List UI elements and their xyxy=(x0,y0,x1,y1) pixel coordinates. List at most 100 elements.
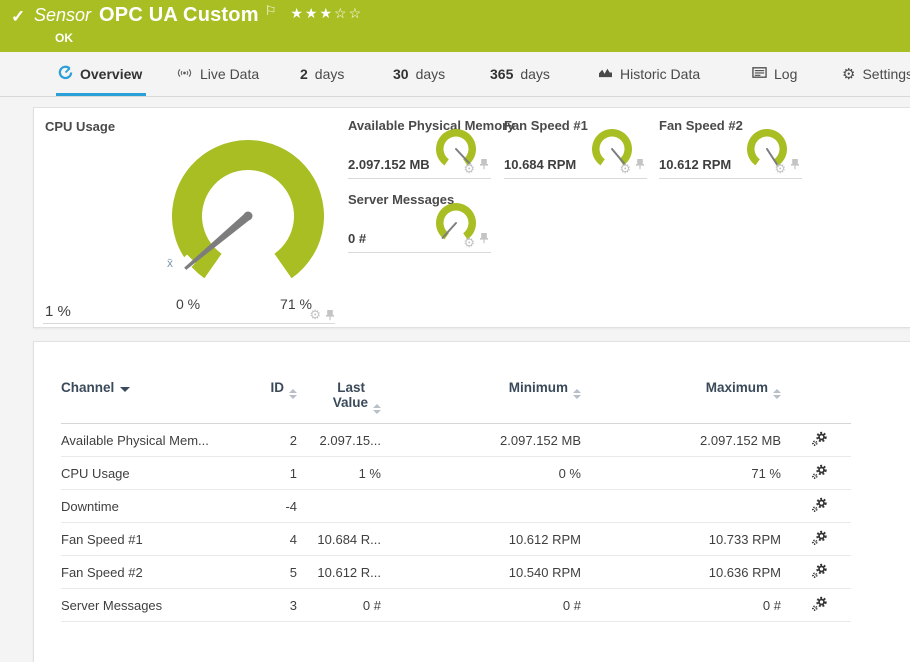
channel-minimum: 0 % xyxy=(387,456,587,490)
edit-channel-gears-icon[interactable] xyxy=(787,522,851,556)
live-broadcast-icon xyxy=(176,66,193,83)
gauge-title: Available Physical Memory xyxy=(348,118,515,133)
status-badge: OK xyxy=(55,31,73,45)
object-kind-label: Sensor xyxy=(34,5,92,25)
area-chart-icon xyxy=(598,66,613,82)
channel-minimum: 0 # xyxy=(387,588,587,622)
channel-last-value xyxy=(303,489,387,523)
channel-id: 1 xyxy=(261,456,303,490)
channel-id: 5 xyxy=(261,555,303,589)
tab-log[interactable]: Log xyxy=(752,52,797,96)
tab-settings[interactable]: ⚙ Settings xyxy=(842,52,910,96)
channel-name: Server Messages xyxy=(61,588,261,622)
sort-caret-icon xyxy=(289,389,297,399)
prtg-sensor-page: ✓ Sensor OPC UA Custom ⚐ ★★★☆☆ OK Overvi… xyxy=(0,0,910,662)
channel-name: Fan Speed #2 xyxy=(61,555,261,589)
channel-maximum: 0 # xyxy=(587,588,787,622)
gauge-settings-gear-icon[interactable]: ⚙ xyxy=(309,308,321,326)
channels-table: Channel ID Last Value Minimum Maximum Av… xyxy=(61,380,851,622)
sensor-header: ✓ Sensor OPC UA Custom ⚐ ★★★☆☆ OK xyxy=(0,0,910,52)
channel-maximum: 10.636 RPM xyxy=(587,555,787,589)
table-row: Fan Speed #1 4 10.684 R... 10.612 RPM 10… xyxy=(61,522,851,556)
column-header-channel[interactable]: Channel xyxy=(61,380,261,424)
gear-icon: ⚙ xyxy=(842,65,856,83)
tab-live-data[interactable]: Live Data xyxy=(176,52,259,96)
cpu-gauge-title: CPU Usage xyxy=(45,119,116,134)
gauge-value: 10.612 RPM xyxy=(659,157,732,172)
channel-minimum: 10.612 RPM xyxy=(387,522,587,556)
gauge-settings-gear-icon[interactable]: ⚙ xyxy=(463,162,475,175)
channel-id: 4 xyxy=(261,522,303,556)
table-row: Downtime -4 xyxy=(61,489,851,523)
tab-30-days[interactable]: 30 days xyxy=(393,52,445,96)
channel-maximum: 10.733 RPM xyxy=(587,522,787,556)
sort-caret-icon xyxy=(573,389,581,399)
log-list-icon xyxy=(752,66,767,82)
pin-icon[interactable] xyxy=(635,157,645,175)
gauge-value: 0 # xyxy=(348,231,367,246)
tab-bar: Overview Live Data 2 days 30 days 365 da… xyxy=(0,52,910,97)
channel-last-value: 10.684 R... xyxy=(303,522,387,556)
pin-icon[interactable] xyxy=(479,231,489,249)
edit-channel-gears-icon[interactable] xyxy=(787,423,851,457)
channel-last-value: 1 % xyxy=(303,456,387,490)
channel-maximum: 71 % xyxy=(587,456,787,490)
sort-caret-icon xyxy=(773,389,781,399)
tab-overview[interactable]: Overview xyxy=(56,52,147,96)
gauge-cell-fan-speed-1: Fan Speed #1 10.684 RPM ⚙ xyxy=(504,112,647,179)
tab-historic-data[interactable]: Historic Data xyxy=(598,52,700,96)
pin-icon[interactable] xyxy=(325,308,335,326)
tab-365-days[interactable]: 365 days xyxy=(490,52,550,96)
channel-minimum: 2.097.152 MB xyxy=(387,423,587,457)
channel-name: Available Physical Mem... xyxy=(61,423,261,457)
channel-maximum: 2.097.152 MB xyxy=(587,423,787,457)
gauge-cell-server-messages: Server Messages 0 # ⚙ xyxy=(348,186,491,253)
channel-last-value: 2.097.15... xyxy=(303,423,387,457)
pin-icon[interactable] xyxy=(479,157,489,175)
table-row: Available Physical Mem... 2 2.097.15... … xyxy=(61,423,851,457)
edit-channel-gears-icon[interactable] xyxy=(787,456,851,490)
status-check-icon: ✓ xyxy=(11,7,26,26)
gauge-settings-gear-icon[interactable]: ⚙ xyxy=(619,162,631,175)
priority-stars[interactable]: ★★★☆☆ xyxy=(290,5,363,22)
channel-name: Downtime xyxy=(61,489,261,523)
table-row: Fan Speed #2 5 10.612 R... 10.540 RPM 10… xyxy=(61,555,851,589)
gauge-settings-gear-icon[interactable]: ⚙ xyxy=(774,162,786,175)
edit-channel-gears-icon[interactable] xyxy=(787,588,851,622)
channel-id: -4 xyxy=(261,489,303,523)
priority-flag-icon[interactable]: ⚐ xyxy=(265,3,277,19)
column-header-minimum[interactable]: Minimum xyxy=(387,380,587,424)
gauge-value: 2.097.152 MB xyxy=(348,157,430,172)
edit-channel-gears-icon[interactable] xyxy=(787,489,851,523)
tab-2-days[interactable]: 2 days xyxy=(300,52,344,96)
channel-minimum: 10.540 RPM xyxy=(387,555,587,589)
channel-name: Fan Speed #1 xyxy=(61,522,261,556)
sort-caret-icon xyxy=(373,404,381,414)
channel-last-value: 0 # xyxy=(303,588,387,622)
channel-id: 2 xyxy=(261,423,303,457)
edit-channel-gears-icon[interactable] xyxy=(787,555,851,589)
table-row: CPU Usage 1 1 % 0 % 71 % xyxy=(61,456,851,490)
gauges-panel: CPU Usage x̄ 0 % 71 % 1 % ⚙ Available Ph… xyxy=(33,107,910,328)
pin-icon[interactable] xyxy=(790,157,800,175)
gauge-settings-gear-icon[interactable]: ⚙ xyxy=(463,236,475,249)
gauge-title: Fan Speed #1 xyxy=(504,118,588,133)
channels-panel: Channel ID Last Value Minimum Maximum Av… xyxy=(33,341,910,662)
column-header-id[interactable]: ID xyxy=(261,380,303,424)
column-header-last-value[interactable]: Last Value xyxy=(303,380,387,424)
channel-minimum xyxy=(387,489,587,523)
column-header-maximum[interactable]: Maximum xyxy=(587,380,787,424)
gauge-cell-fan-speed-2: Fan Speed #2 10.612 RPM ⚙ xyxy=(659,112,802,179)
column-header-actions xyxy=(787,380,851,424)
average-marker: x̄ xyxy=(167,256,173,270)
sort-desc-caret-icon xyxy=(120,387,131,392)
channel-maximum xyxy=(587,489,787,523)
gauge-value: 10.684 RPM xyxy=(504,157,577,172)
gauge-cell-available-physical-memory: Available Physical Memory 2.097.152 MB ⚙ xyxy=(348,112,514,179)
table-row: Server Messages 3 0 # 0 # 0 # xyxy=(61,588,851,622)
channel-id: 3 xyxy=(261,588,303,622)
gauge-title: Fan Speed #2 xyxy=(659,118,743,133)
active-tab-underline xyxy=(56,93,147,96)
channel-last-value: 10.612 R... xyxy=(303,555,387,589)
channel-name: CPU Usage xyxy=(61,456,261,490)
